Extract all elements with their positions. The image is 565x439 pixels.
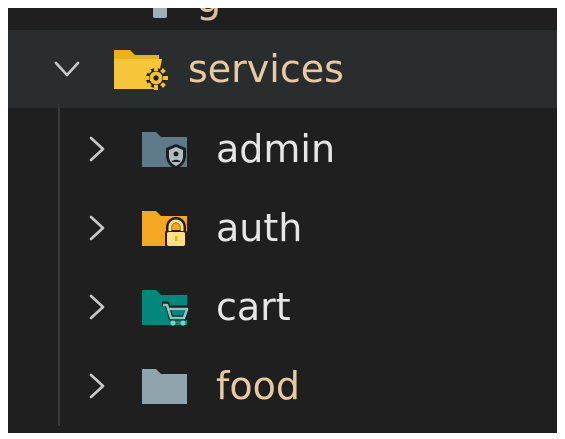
tree-item-label: services bbox=[188, 47, 344, 91]
tree-item-cart[interactable]: cart bbox=[8, 268, 557, 346]
tree-item-label: food bbox=[216, 364, 300, 408]
tree-item-services[interactable]: services bbox=[8, 30, 557, 108]
folder-auth-lock-icon bbox=[140, 203, 200, 253]
chevron-right-icon[interactable] bbox=[82, 371, 112, 401]
tree-item-admin[interactable]: admin bbox=[8, 110, 557, 188]
chevron-right-icon[interactable] bbox=[82, 292, 112, 322]
tree-item-label: cart bbox=[216, 285, 291, 329]
folder-open-gear-icon bbox=[112, 44, 172, 94]
chevron-down-icon[interactable] bbox=[52, 54, 82, 84]
folder-icon bbox=[140, 361, 200, 411]
tree-item-food[interactable]: food bbox=[8, 347, 557, 425]
chevron-right-icon[interactable] bbox=[82, 134, 112, 164]
tree-item-auth[interactable]: auth bbox=[8, 189, 557, 267]
folder-cart-icon bbox=[140, 282, 200, 332]
folder-admin-shield-icon bbox=[140, 124, 200, 174]
partially-hidden-tree-row[interactable]: g bbox=[8, 8, 557, 24]
indent-guide bbox=[58, 108, 60, 426]
chevron-right-icon[interactable] bbox=[82, 213, 112, 243]
tree-item-label: auth bbox=[216, 206, 303, 250]
tree-item-label: admin bbox=[216, 127, 336, 171]
partially-hidden-icon bbox=[153, 8, 167, 18]
partially-hidden-label: g bbox=[196, 8, 221, 24]
file-explorer-tree: g bbox=[8, 8, 557, 433]
